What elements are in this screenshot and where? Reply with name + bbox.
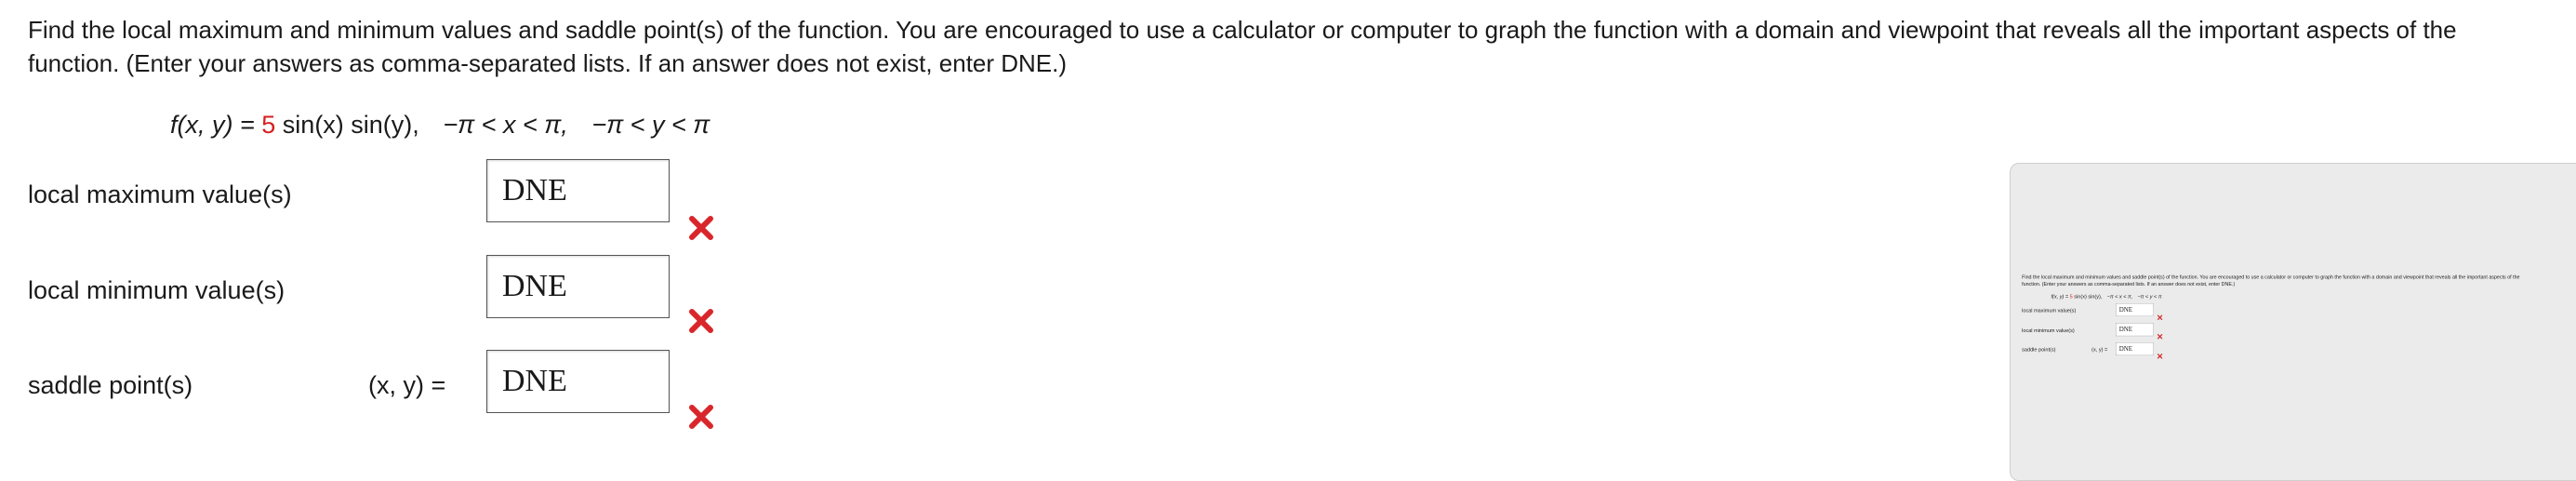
preview-local-minimum-label: local minimum value(s) [2022,327,2075,334]
question-text: Find the local maximum and minimum value… [28,16,2457,77]
formula-rhs: sin(x) sin(y), [275,111,419,139]
preview-saddle-points-prefix: (x, y) = [2091,346,2108,353]
local-minimum-input[interactable]: DNE [486,255,670,318]
preview-x-mark-icon [2157,354,2163,359]
preview-saddle-points-label: saddle point(s) [2022,346,2056,353]
preview-formula-domain-y: −π < y < π [2137,293,2162,300]
preview-formula-lhs: f(x, y) = [2051,293,2070,300]
x-mark-icon [687,403,715,431]
function-formula: f(x, y) = 5 sin(x) sin(y), −π < x < π, −… [170,108,710,141]
preview-formula-domain-x: −π < x < π, [2106,293,2133,300]
preview-thumbnail-panel: Find the local maximum and minimum value… [2010,163,2576,481]
preview-local-maximum-value: DNE [2116,303,2154,316]
local-maximum-input[interactable]: DNE [486,159,670,222]
formula-domain-y: −π < y < π [591,111,710,139]
x-mark-icon [687,307,715,335]
preview-function-formula: f(x, y) = 5 sin(x) sin(y), −π < x < π, −… [2052,293,2162,300]
local-minimum-label: local minimum value(s) [28,276,285,304]
saddle-points-label: saddle point(s) [28,371,193,399]
preview-thumbnail-content: Find the local maximum and minimum value… [2016,271,2544,364]
preview-local-minimum-value: DNE [2116,323,2154,337]
formula-coefficient: 5 [261,111,276,139]
preview-x-mark-icon [2157,334,2163,340]
local-maximum-label: local maximum value(s) [28,180,292,208]
preview-saddle-points-value: DNE [2116,342,2154,356]
x-mark-icon [687,214,715,242]
preview-formula-rhs: sin(x) sin(y), [2072,293,2103,300]
preview-local-maximum-label: local maximum value(s) [2022,307,2077,314]
saddle-points-prefix: (x, y) = [368,371,446,399]
preview-x-mark-icon [2157,314,2163,320]
formula-lhs: f(x, y) = [170,111,262,139]
formula-domain-x: −π < x < π, [443,111,568,139]
saddle-points-input[interactable]: DNE [486,350,670,413]
preview-question-text: Find the local maximum and minimum value… [2022,274,2520,287]
